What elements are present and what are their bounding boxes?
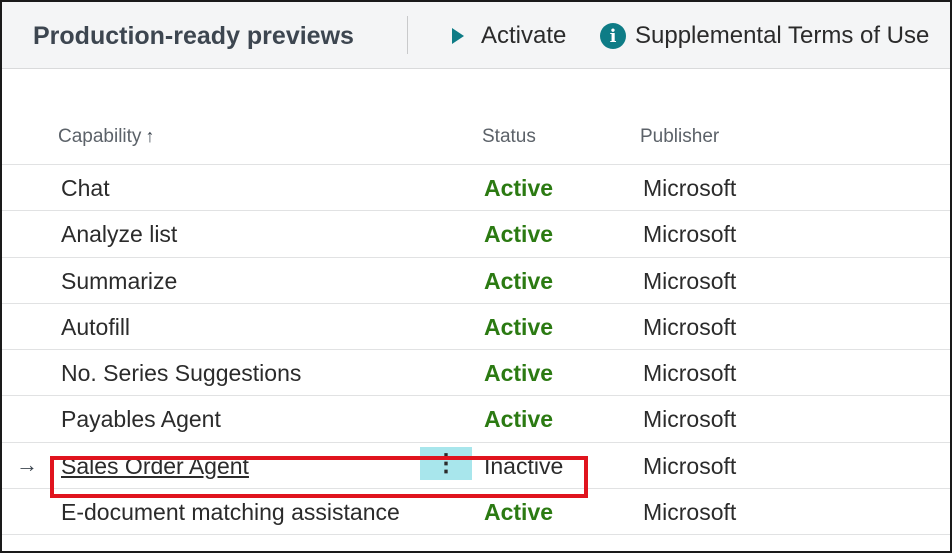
- table-row[interactable]: No. Series Suggestions Active Microsoft: [2, 350, 950, 397]
- capability-cell[interactable]: Summarize: [61, 268, 177, 295]
- status-cell: Active: [484, 313, 554, 340]
- publisher-cell: Microsoft: [643, 221, 737, 248]
- grid-header: Capability ↑ Status Publisher: [2, 112, 950, 165]
- activate-label: Activate: [481, 22, 567, 49]
- publisher-cell: Microsoft: [643, 499, 737, 526]
- row-more-options-button[interactable]: ⋮: [420, 446, 472, 480]
- table-row[interactable]: Analyze list Active Microsoft: [2, 211, 950, 258]
- current-row-arrow-icon: →: [16, 451, 38, 477]
- capability-cell[interactable]: E-document matching assistance: [61, 499, 400, 526]
- publisher-cell: Microsoft: [643, 406, 737, 433]
- supplemental-terms-label: Supplemental Terms of Use: [635, 22, 930, 49]
- sort-ascending-icon: ↑: [145, 126, 155, 146]
- status-cell: Active: [484, 221, 554, 248]
- grid-body: Chat Active Microsoft Analyze list Activ…: [2, 165, 950, 536]
- table-row[interactable]: Autofill Active Microsoft: [2, 304, 950, 351]
- status-cell: Active: [484, 175, 554, 201]
- column-header-capability[interactable]: Capability ↑: [58, 126, 154, 148]
- play-icon: [452, 28, 464, 44]
- table-row[interactable]: Payables Agent Active Microsoft: [2, 396, 950, 443]
- supplemental-terms-button[interactable]: i Supplemental Terms of Use: [600, 16, 929, 56]
- capability-cell[interactable]: No. Series Suggestions: [61, 360, 301, 387]
- publisher-cell: Microsoft: [643, 360, 737, 387]
- status-cell: Active: [484, 360, 554, 387]
- capability-cell[interactable]: Analyze list: [61, 221, 177, 248]
- publisher-cell: Microsoft: [643, 313, 737, 340]
- action-bar-divider: [407, 16, 408, 54]
- action-bar: Production-ready previews Activate i Sup…: [2, 2, 950, 69]
- info-icon: i: [600, 23, 626, 49]
- capability-cell[interactable]: Chat: [61, 175, 110, 202]
- status-cell: Active: [484, 406, 554, 433]
- column-header-status[interactable]: Status: [482, 126, 536, 148]
- table-row[interactable]: Chat Active Microsoft: [2, 165, 950, 212]
- capability-cell[interactable]: Payables Agent: [61, 406, 221, 433]
- capability-cell[interactable]: Autofill: [61, 314, 130, 341]
- table-row-selected[interactable]: → Sales Order Agent ⋮ Inactive Microsoft: [2, 443, 950, 490]
- status-cell: Active: [484, 267, 554, 294]
- table-row[interactable]: Summarize Active Microsoft: [2, 258, 950, 304]
- publisher-cell: Microsoft: [643, 267, 737, 294]
- page-title: Production-ready previews: [33, 22, 354, 50]
- publisher-cell: Microsoft: [643, 452, 737, 479]
- capability-cell-link[interactable]: Sales Order Agent: [61, 453, 249, 480]
- status-cell: Inactive: [484, 452, 564, 479]
- activate-button[interactable]: Activate: [448, 16, 566, 56]
- page-frame: Production-ready previews Activate i Sup…: [0, 0, 952, 553]
- column-header-publisher[interactable]: Publisher: [640, 126, 719, 148]
- publisher-cell: Microsoft: [643, 175, 737, 201]
- status-cell: Active: [484, 499, 554, 526]
- table-row[interactable]: E-document matching assistance Active Mi…: [2, 489, 950, 536]
- column-header-capability-label: Capability: [58, 126, 142, 147]
